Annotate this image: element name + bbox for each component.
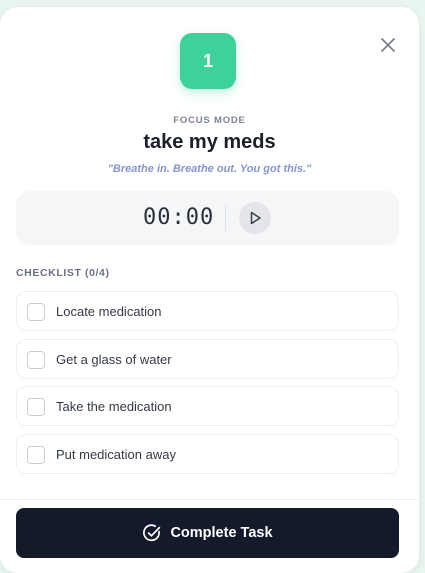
checklist-item[interactable]: Get a glass of water [16, 339, 399, 379]
complete-task-label: Complete Task [170, 525, 273, 541]
complete-task-button[interactable]: Complete Task [16, 508, 399, 558]
footer-divider [0, 499, 419, 500]
close-icon [380, 37, 396, 53]
timer-panel: 00:00 [16, 191, 399, 245]
task-number-badge: 1 [180, 33, 236, 89]
checklist-header: CHECKLIST (0/4) [16, 267, 110, 279]
checkbox[interactable] [27, 303, 45, 321]
checkbox[interactable] [27, 398, 45, 416]
checklist-item-label: Locate medication [56, 304, 162, 319]
motivational-quote: "Breathe in. Breathe out. You got this." [107, 163, 312, 175]
check-circle-icon [142, 523, 162, 543]
checklist-item[interactable]: Take the medication [16, 386, 399, 426]
task-title: take my meds [143, 131, 276, 153]
close-button[interactable] [376, 33, 400, 57]
checkbox[interactable] [27, 351, 45, 369]
mode-label: FOCUS MODE [173, 115, 246, 126]
checkbox[interactable] [27, 446, 45, 464]
checklist-item-label: Get a glass of water [56, 352, 172, 367]
checklist-item-label: Take the medication [56, 399, 172, 414]
timer-divider [225, 205, 226, 231]
focus-mode-modal: 1 FOCUS MODE take my meds "Breathe in. B… [0, 7, 419, 573]
checklist-item[interactable]: Locate medication [16, 291, 399, 331]
play-icon [247, 210, 263, 226]
checklist-item-label: Put medication away [56, 447, 176, 462]
checklist-item[interactable]: Put medication away [16, 434, 399, 474]
play-button[interactable] [239, 202, 271, 234]
timer-display: 00:00 [143, 205, 215, 230]
